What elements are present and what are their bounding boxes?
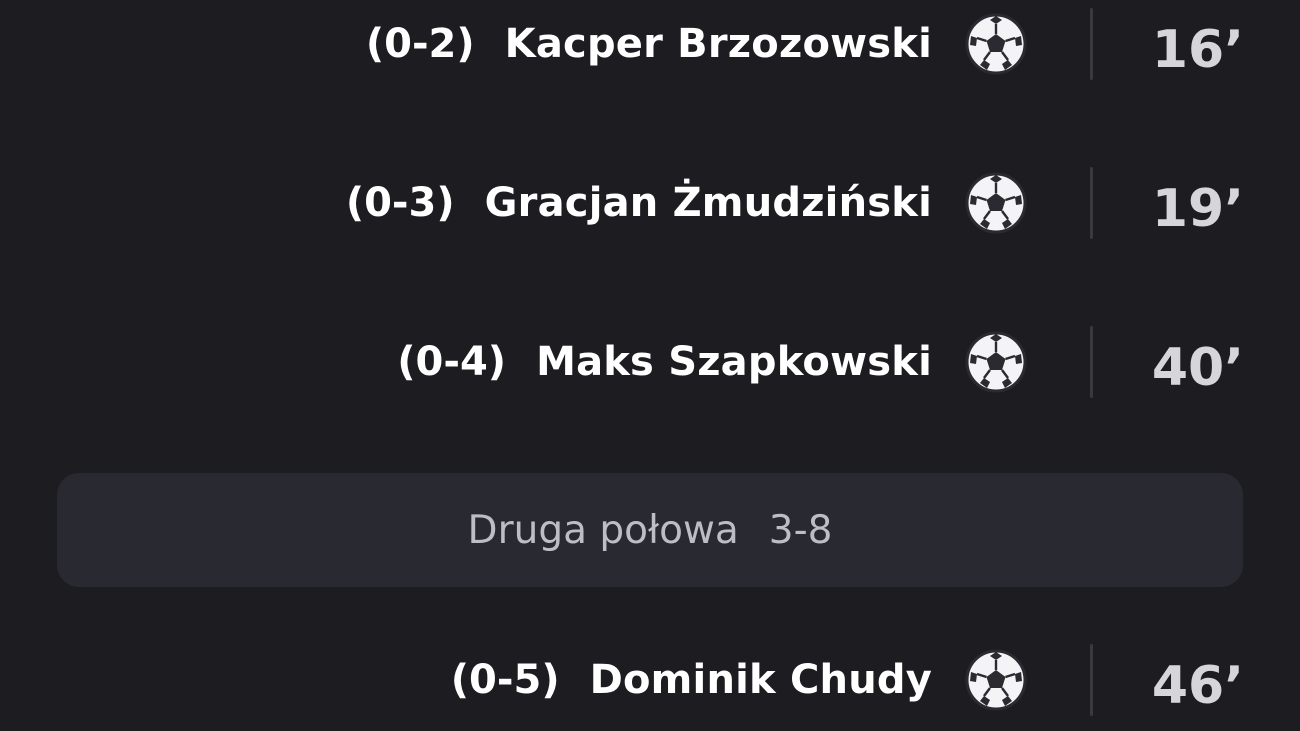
running-score: (0-5) bbox=[450, 657, 560, 703]
soccer-ball-icon bbox=[964, 12, 1028, 76]
match-timeline: (0-2) Kacper Brzozowski 16’ (0-3) Gracja… bbox=[0, 0, 1300, 731]
goal-event-row[interactable]: (0-4) Maks Szapkowski 40’ bbox=[0, 322, 1300, 402]
divider bbox=[1090, 167, 1093, 239]
goal-event-info: (0-3) Gracjan Żmudziński bbox=[346, 167, 932, 239]
scorer-name[interactable]: Gracjan Żmudziński bbox=[485, 180, 932, 226]
scorer-name[interactable]: Dominik Chudy bbox=[590, 657, 932, 703]
divider bbox=[1090, 644, 1093, 716]
event-minute: 16’ bbox=[1151, 20, 1244, 80]
divider bbox=[1090, 8, 1093, 80]
half-label: Druga połowa bbox=[467, 507, 739, 553]
running-score: (0-4) bbox=[397, 339, 507, 385]
goal-event-info: (0-4) Maks Szapkowski bbox=[397, 326, 932, 398]
second-half-banner: Druga połowa 3-8 bbox=[57, 473, 1243, 587]
goal-event-info: (0-2) Kacper Brzozowski bbox=[366, 8, 932, 80]
scorer-name[interactable]: Maks Szapkowski bbox=[536, 339, 932, 385]
soccer-ball-icon bbox=[964, 648, 1028, 712]
running-score: (0-2) bbox=[365, 21, 475, 67]
event-minute: 46’ bbox=[1151, 656, 1244, 716]
running-score: (0-3) bbox=[345, 180, 455, 226]
divider bbox=[1090, 326, 1093, 398]
scorer-name[interactable]: Kacper Brzozowski bbox=[505, 21, 932, 67]
half-score: 3-8 bbox=[768, 507, 833, 553]
event-minute: 40’ bbox=[1151, 338, 1244, 398]
goal-event-row[interactable]: (0-2) Kacper Brzozowski 16’ bbox=[0, 4, 1300, 84]
event-minute: 19’ bbox=[1151, 179, 1244, 239]
goal-event-info: (0-5) Dominik Chudy bbox=[451, 644, 932, 716]
goal-event-row[interactable]: (0-3) Gracjan Żmudziński 19’ bbox=[0, 163, 1300, 243]
soccer-ball-icon bbox=[964, 171, 1028, 235]
soccer-ball-icon bbox=[964, 330, 1028, 394]
goal-event-row[interactable]: (0-5) Dominik Chudy 46’ bbox=[0, 640, 1300, 720]
